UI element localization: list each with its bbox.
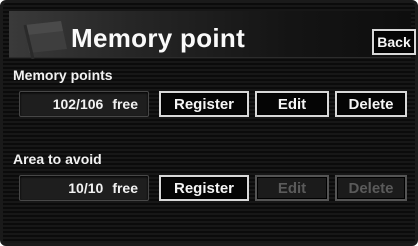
area-to-avoid-free-label: free [112, 180, 138, 196]
area-to-avoid-label: Area to avoid [13, 151, 102, 167]
memory-points-register-button[interactable]: Register [159, 91, 249, 117]
memory-points-count-field: 102/106 free [19, 91, 149, 117]
area-to-avoid-count: 10/10 [68, 180, 104, 196]
page-title: Memory point [71, 23, 246, 53]
memory-points-free-label: free [112, 96, 138, 112]
memory-points-edit-button[interactable]: Edit [255, 91, 329, 117]
back-button[interactable]: Back [372, 29, 416, 55]
memory-points-label: Memory points [13, 67, 113, 83]
memory-point-screen: Memory point Back Memory points 102/106 … [0, 0, 418, 246]
area-to-avoid-count-field: 10/10 free [19, 175, 149, 201]
memory-points-delete-button[interactable]: Delete [335, 91, 407, 117]
area-to-avoid-register-button[interactable]: Register [159, 175, 249, 201]
flag-icon [23, 21, 67, 59]
area-to-avoid-delete-button: Delete [335, 175, 407, 201]
memory-points-count: 102/106 [52, 96, 104, 112]
title-bar: Memory point Back [9, 11, 416, 59]
area-to-avoid-edit-button: Edit [255, 175, 329, 201]
